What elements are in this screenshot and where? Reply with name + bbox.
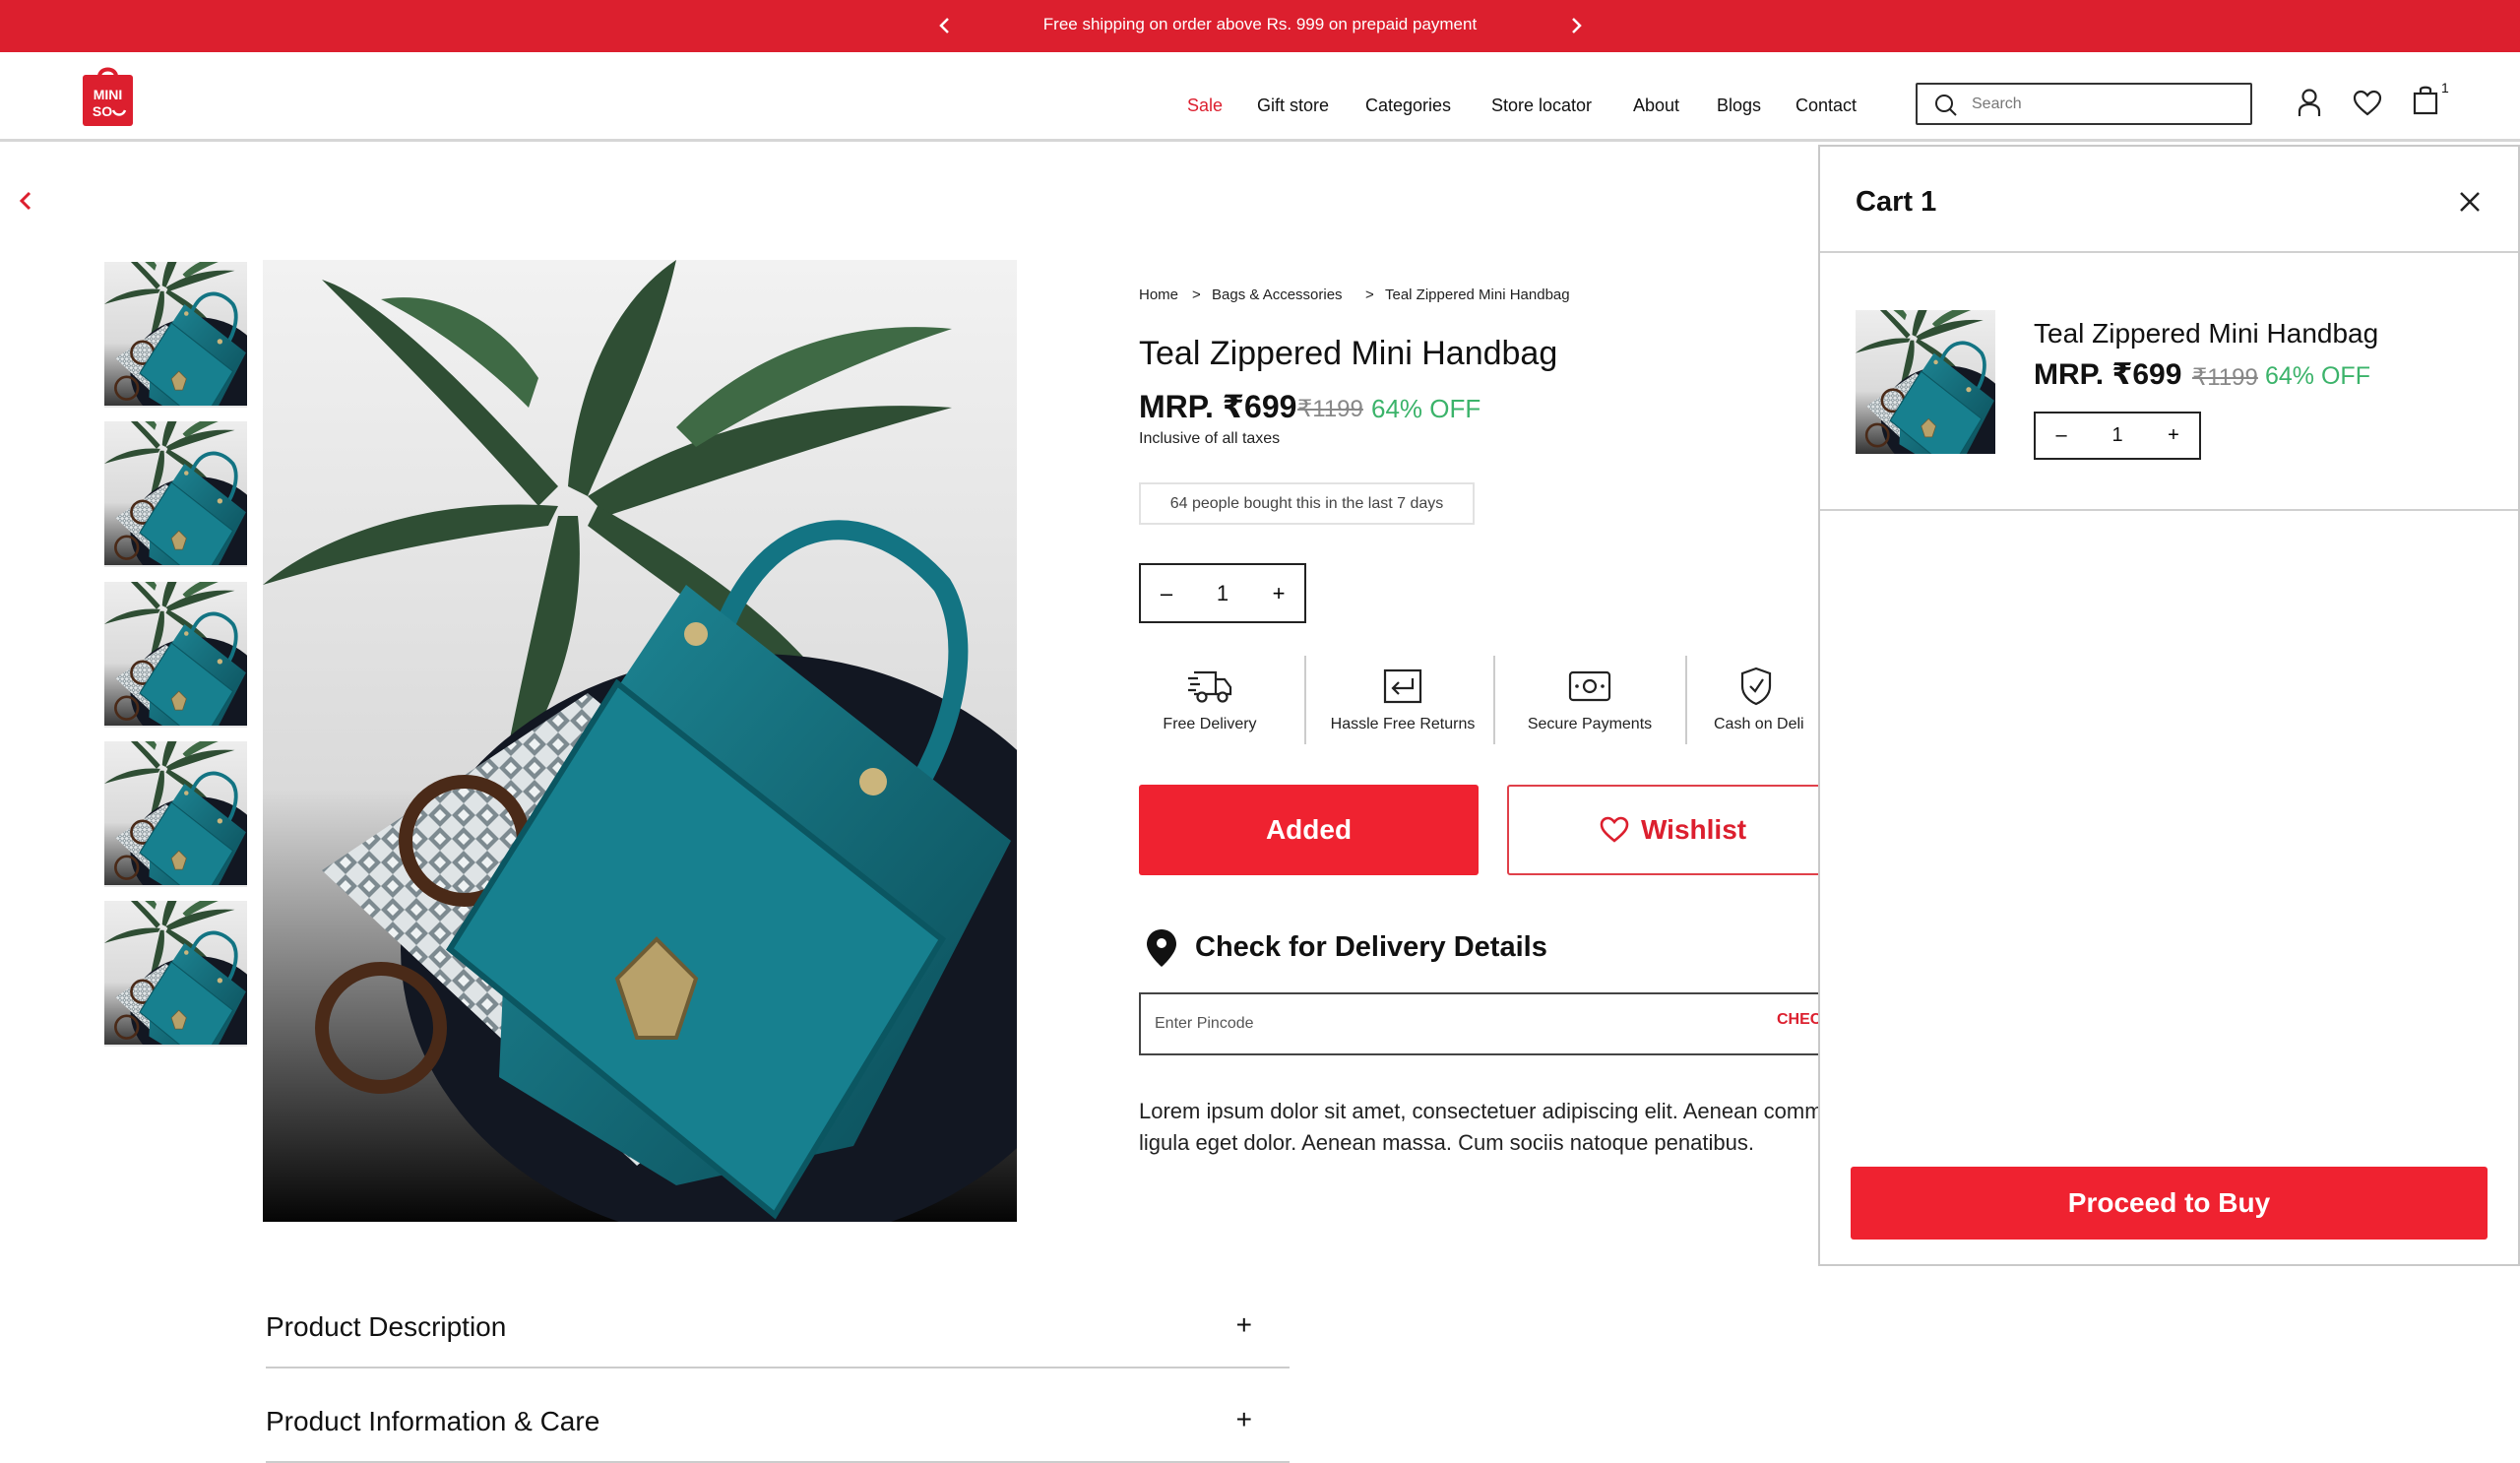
feature-free-delivery: Free Delivery — [1154, 665, 1266, 733]
heart-icon — [2353, 90, 2382, 116]
taxes-note: Inclusive of all taxes — [1139, 430, 1281, 447]
nav-contact[interactable]: Contact — [1796, 52, 1857, 139]
cart-item-price: MRP. ₹699 — [2034, 358, 2182, 391]
social-proof-badge: 64 people bought this in the last 7 days — [1139, 482, 1475, 525]
cart-item-name: Teal Zippered Mini Handbag — [2034, 318, 2379, 349]
breadcrumb-home[interactable]: Home — [1139, 286, 1178, 303]
thumbnail-5[interactable] — [104, 901, 247, 1047]
chevron-left-icon — [19, 191, 32, 211]
cart-drawer: Cart 1 Teal Zippered Mini Handbag MRP. ₹… — [1818, 145, 2520, 1266]
heart-icon — [1600, 816, 1629, 843]
cart-header-button[interactable]: 1 — [2412, 80, 2449, 115]
announcement-next-button[interactable] — [1562, 12, 1590, 39]
nav-about[interactable]: About — [1633, 52, 1679, 139]
divider — [1493, 656, 1495, 744]
cart-count-badge: 1 — [2441, 80, 2449, 95]
cart-quantity-value: 1 — [2111, 424, 2123, 446]
cart-quantity-stepper: – 1 + — [2034, 412, 2201, 460]
thumbnail-3[interactable] — [104, 582, 247, 728]
divider — [1304, 656, 1306, 744]
delivery-title: Check for Delivery Details — [1195, 931, 1547, 963]
thumbnail-1[interactable] — [104, 262, 247, 408]
breadcrumb-current: Teal Zippered Mini Handbag — [1385, 286, 1570, 303]
nav-gift-store[interactable]: Gift store — [1257, 52, 1329, 139]
accordion-product-information[interactable]: Product Information & Care + — [266, 1368, 1290, 1463]
main-product-image[interactable] — [263, 260, 1017, 1222]
add-to-cart-button[interactable]: Added — [1139, 785, 1479, 875]
announcement-prev-button[interactable] — [931, 12, 959, 39]
wishlist-label: Wishlist — [1641, 814, 1747, 845]
quantity-value: 1 — [1216, 581, 1229, 605]
breadcrumb-separator: > — [1365, 286, 1374, 303]
expand-plus-icon: + — [1235, 1404, 1252, 1434]
product-short-description: Lorem ipsum dolor sit amet, consectetuer… — [1139, 1099, 1859, 1155]
feature-label: Cash on Deli — [1714, 716, 1804, 732]
cash-icon — [1568, 670, 1611, 702]
divider — [1685, 656, 1687, 744]
quantity-increase-button[interactable]: + — [1259, 565, 1298, 621]
product-discount: 64% OFF — [1371, 394, 1481, 423]
nav-store-locator[interactable]: Store locator — [1491, 52, 1592, 139]
close-cart-button[interactable] — [2456, 188, 2484, 216]
nav-categories[interactable]: Categories — [1365, 52, 1451, 139]
back-button[interactable] — [14, 187, 37, 215]
pincode-input[interactable] — [1155, 1010, 1706, 1038]
cart-quantity-increase-button[interactable]: + — [2154, 413, 2193, 458]
breadcrumb-category[interactable]: Bags & Accessories — [1212, 286, 1343, 303]
close-icon — [2460, 192, 2480, 212]
logo-line2: SO — [93, 103, 112, 119]
thumbnail-2[interactable] — [104, 421, 247, 567]
wishlist-header-button[interactable] — [2353, 90, 2382, 117]
feature-cash-on-delivery: Cash on Deli — [1714, 665, 1832, 753]
thumbnail-4[interactable] — [104, 741, 247, 887]
expand-plus-icon: + — [1235, 1309, 1252, 1340]
product-old-price: ₹1199 — [1297, 396, 1363, 422]
cart-item-discount: 64% OFF — [2265, 362, 2370, 390]
return-icon — [1383, 668, 1422, 704]
search-icon — [1935, 95, 1957, 116]
shield-check-icon — [1740, 667, 1772, 706]
chevron-left-icon — [939, 18, 949, 33]
check-pincode-button[interactable]: CHEC — [1777, 1011, 1821, 1029]
chevron-right-icon — [1572, 18, 1582, 33]
logo[interactable]: MINI SO — [83, 67, 133, 126]
nav-sale[interactable]: Sale — [1187, 52, 1223, 139]
nav-blogs[interactable]: Blogs — [1717, 52, 1761, 139]
quantity-stepper: – 1 + — [1139, 563, 1306, 623]
product-price: MRP. ₹699 — [1139, 389, 1297, 424]
shopping-bag-icon — [2413, 86, 2438, 115]
truck-icon — [1188, 670, 1232, 703]
search-input[interactable] — [1972, 91, 2237, 118]
product-title: Teal Zippered Mini Handbag — [1139, 335, 1558, 372]
cart-title: Cart 1 — [1856, 186, 1937, 218]
cart-item-image[interactable] — [1856, 310, 1995, 454]
accordion-title: Product Information & Care — [266, 1406, 600, 1436]
feature-secure-payments: Secure Payments — [1518, 665, 1662, 733]
cart-item-old-price: ₹1199 — [2192, 364, 2258, 391]
accordion-title: Product Description — [266, 1311, 507, 1342]
accordion-product-description[interactable]: Product Description + — [266, 1274, 1290, 1368]
announcement-bar: Free shipping on order above Rs. 999 on … — [0, 0, 2520, 52]
proceed-to-buy-button[interactable]: Proceed to Buy — [1851, 1167, 2488, 1240]
pincode-box — [1139, 992, 1887, 1055]
feature-label: Hassle Free Returns — [1330, 716, 1476, 732]
feature-hassle-free-returns: Hassle Free Returns — [1323, 665, 1482, 733]
location-pin-icon — [1147, 929, 1176, 967]
feature-label: Free Delivery — [1163, 716, 1257, 732]
announcement-text: Free shipping on order above Rs. 999 on … — [1042, 15, 1478, 33]
cart-header: Cart 1 — [1820, 147, 2518, 253]
logo-line1: MINI — [94, 87, 123, 102]
search-box — [1916, 83, 2252, 125]
account-button[interactable] — [2296, 88, 2323, 117]
breadcrumb-separator: > — [1192, 286, 1201, 303]
feature-label: Secure Payments — [1527, 716, 1653, 732]
user-icon — [2298, 89, 2321, 116]
cart-line-item: Teal Zippered Mini Handbag MRP. ₹699 ₹11… — [1820, 253, 2518, 511]
site-header: MINI SO Sale Gift store Categories Store… — [0, 52, 2520, 142]
